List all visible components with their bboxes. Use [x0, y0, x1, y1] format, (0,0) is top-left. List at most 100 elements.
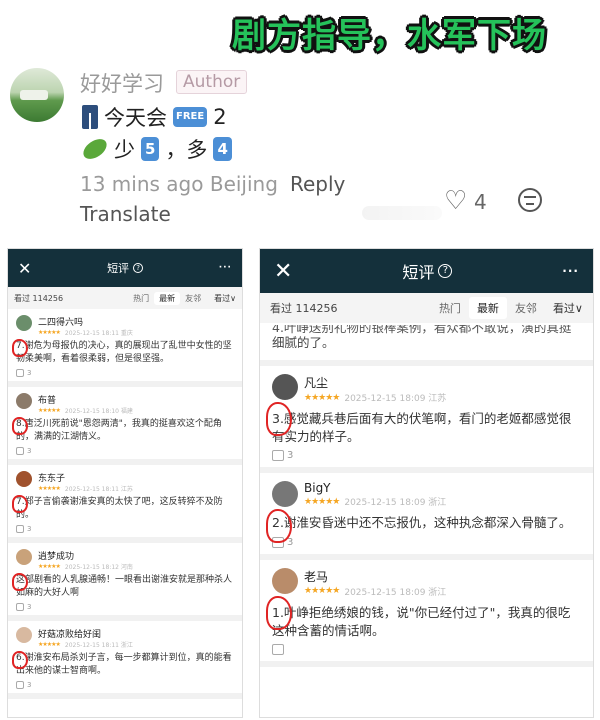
review-like[interactable]: 3 [272, 450, 581, 462]
reviewer-name[interactable]: 二四得六吗 [38, 315, 133, 328]
red-circle-annotation [12, 573, 28, 592]
close-icon[interactable]: ✕ [18, 259, 31, 278]
page-title: 短评 ? [107, 260, 144, 276]
reviewer-avatar[interactable] [16, 627, 32, 644]
reviewer-info: 东东子 ★★★★★ 2025-12-15 18:11 江苏 [38, 471, 133, 493]
review-date: 2025-12-15 18:11 重庆 [64, 330, 133, 337]
red-circle-annotation [266, 402, 292, 437]
dislike-face-icon[interactable] [518, 188, 542, 212]
red-circle-annotation [12, 339, 28, 357]
review-like[interactable] [272, 643, 581, 655]
tab-latest[interactable]: 最新 [154, 291, 181, 305]
translate-button[interactable]: Translate [80, 202, 171, 226]
review-header: 老马 ★★★★★ 2025-12-15 18:09 浙江 [272, 567, 581, 598]
truncated-review-tail: 细腻的了。 [272, 335, 335, 350]
reviewer-name[interactable]: 布普 [38, 393, 133, 406]
reviewer-avatar[interactable] [16, 315, 32, 331]
review-date: 2025-12-15 18:09 浙江 [344, 498, 447, 509]
thumbs-up-icon[interactable] [16, 447, 24, 456]
review-meta: ★★★★★ 2025-12-15 18:09 江苏 [304, 391, 446, 405]
filter-bar: 看过 114256 热门 最新 友邻 看过∨ [8, 287, 242, 309]
tab-hot[interactable]: 热门 [128, 292, 154, 305]
rating-stars: ★★★★★ [38, 407, 61, 415]
review-meta: ★★★★★ 2025-12-15 18:10 福建 [38, 406, 133, 415]
more-icon[interactable]: ··· [562, 264, 579, 278]
reviewer-avatar[interactable] [272, 567, 298, 594]
review-text: 这部剧看的人乳腺通畅！一眼看出谢淮安就是那种杀人如麻的大好人啊 [16, 575, 233, 599]
reviewer-info: BigY ★★★★★ 2025-12-15 18:09 浙江 [304, 481, 446, 508]
review-like[interactable]: 3 [16, 369, 234, 378]
reviewer-name[interactable]: 老马 [304, 568, 446, 585]
thumbs-up-icon[interactable] [16, 525, 24, 534]
review-text: 2.谢淮安昏迷中还不忘报仇，这种执念都深入骨髓了。 [272, 515, 572, 531]
username[interactable]: 好好学习 [80, 68, 164, 98]
review-header: 好菇凉败给好闺 ★★★★★ 2025-12-15 18:11 浙江 [16, 627, 234, 649]
review-like[interactable]: 3 [16, 525, 234, 534]
review-date: 2025-12-15 18:10 福建 [64, 408, 133, 416]
red-circle-annotation [12, 417, 28, 436]
reply-button[interactable]: Reply [290, 172, 345, 196]
app-header: ✕ 短评 ? ··· [260, 249, 593, 293]
review-date: 2025-12-15 18:09 浙江 [344, 587, 447, 598]
reviewer-name[interactable]: 东东子 [38, 471, 133, 484]
reviewer-name[interactable]: 凡尘 [304, 374, 446, 391]
keycap-4-icon: 4 [213, 137, 232, 161]
thumbs-up-icon[interactable] [16, 603, 24, 612]
thumbs-up-icon[interactable] [272, 643, 284, 655]
thumbs-up-icon[interactable] [16, 369, 24, 378]
comment-text-2: 少 [114, 138, 135, 162]
avatar[interactable] [10, 68, 64, 122]
sort-dropdown[interactable]: 看过∨ [214, 293, 236, 304]
reviewer-name[interactable]: 好菇凉败给好闺 [38, 627, 133, 640]
rating-stars: ★★★★★ [38, 329, 61, 336]
review-like-count: 3 [27, 369, 32, 378]
review-list: 凡尘 ★★★★★ 2025-12-15 18:09 江苏 3.感觉藏兵巷后面有大的伏笔… [260, 366, 593, 667]
thumbs-up-icon[interactable] [272, 450, 284, 462]
heart-icon[interactable]: ♡ [444, 186, 467, 216]
review-meta: ★★★★★ 2025-12-15 18:11 浙江 [38, 640, 133, 649]
reviewer-info: 布普 ★★★★★ 2025-12-15 18:10 福建 [38, 393, 133, 415]
review-card: BigY ★★★★★ 2025-12-15 18:09 浙江 2.谢淮安昏迷中还不忘报… [260, 473, 593, 560]
tab-friends[interactable]: 友邻 [180, 292, 206, 305]
tab-hot[interactable]: 热门 [431, 297, 469, 319]
more-icon[interactable]: ··· [219, 263, 232, 273]
review-header: BigY ★★★★★ 2025-12-15 18:09 浙江 [272, 481, 581, 508]
truncated-review: 4.叶峥送别礼物的银棒案例，看众都不敢说，演的真挺 细腻的了。 [260, 323, 593, 367]
reviewer-avatar[interactable] [16, 549, 32, 566]
tab-latest[interactable]: 最新 [468, 297, 507, 319]
reviewer-info: 二四得六吗 ★★★★★ 2025-12-15 18:11 重庆 [38, 315, 133, 337]
review-meta: ★★★★★ 2025-12-15 18:09 浙江 [304, 495, 447, 509]
page-title-text: 短评 [402, 263, 435, 282]
tab-friends[interactable]: 友邻 [507, 297, 545, 319]
review-like[interactable]: 3 [16, 681, 234, 690]
review-like[interactable]: 3 [16, 447, 234, 456]
red-circle-annotation [12, 651, 28, 670]
thumbs-up-icon[interactable] [16, 681, 24, 690]
review-card: 布普 ★★★★★ 2025-12-15 18:10 福建 8.唐泛川死前说"恩怨两清"… [8, 387, 242, 466]
reviewer-name[interactable]: 逍梦成功 [38, 549, 133, 562]
review-like[interactable]: 3 [272, 536, 581, 548]
close-icon[interactable]: ✕ [274, 259, 292, 284]
review-text: 1.叶峥拒绝绣娘的钱，说"你已经付过了"，我真的很吃这种含蓄的情话啊。 [272, 604, 571, 638]
review-card: 凡尘 ★★★★★ 2025-12-15 18:09 江苏 3.感觉藏兵巷后面有大的伏笔… [260, 366, 593, 474]
rating-stars: ★★★★★ [304, 392, 340, 403]
help-icon[interactable]: ? [133, 263, 144, 273]
right-phone-screenshot: ✕ 短评 ? ··· 看过 114256 热门 最新 友邻 看过∨ 4.叶峥送别… [259, 248, 594, 718]
red-circle-annotation [266, 509, 292, 544]
help-icon[interactable]: ? [438, 264, 453, 278]
reviewer-name[interactable]: BigY [304, 481, 446, 495]
seen-count: 看过 114256 [270, 302, 338, 315]
rating-stars: ★★★★★ [38, 485, 61, 493]
review-text: 8.唐泛川死前说"恩怨两清"，我真的挺喜欢这个配角的，满满的江湖情义。 [16, 419, 222, 443]
review-header: 逍梦成功 ★★★★★ 2025-12-15 18:12 河南 [16, 549, 234, 571]
reviewer-avatar[interactable] [272, 481, 298, 508]
reviewer-avatar[interactable] [272, 374, 298, 401]
sort-dropdown[interactable]: 看过∨ [553, 300, 583, 316]
comment-number-1: 2 [213, 105, 227, 129]
reviewer-avatar[interactable] [16, 471, 32, 488]
sort-tabs: 热门 最新 友邻 看过∨ [128, 291, 236, 305]
sort-tabs: 热门 最新 友邻 看过∨ [431, 297, 583, 319]
comment-text-1: 今天会 [104, 106, 167, 130]
reviewer-avatar[interactable] [16, 393, 32, 410]
review-like[interactable]: 3 [16, 603, 234, 612]
